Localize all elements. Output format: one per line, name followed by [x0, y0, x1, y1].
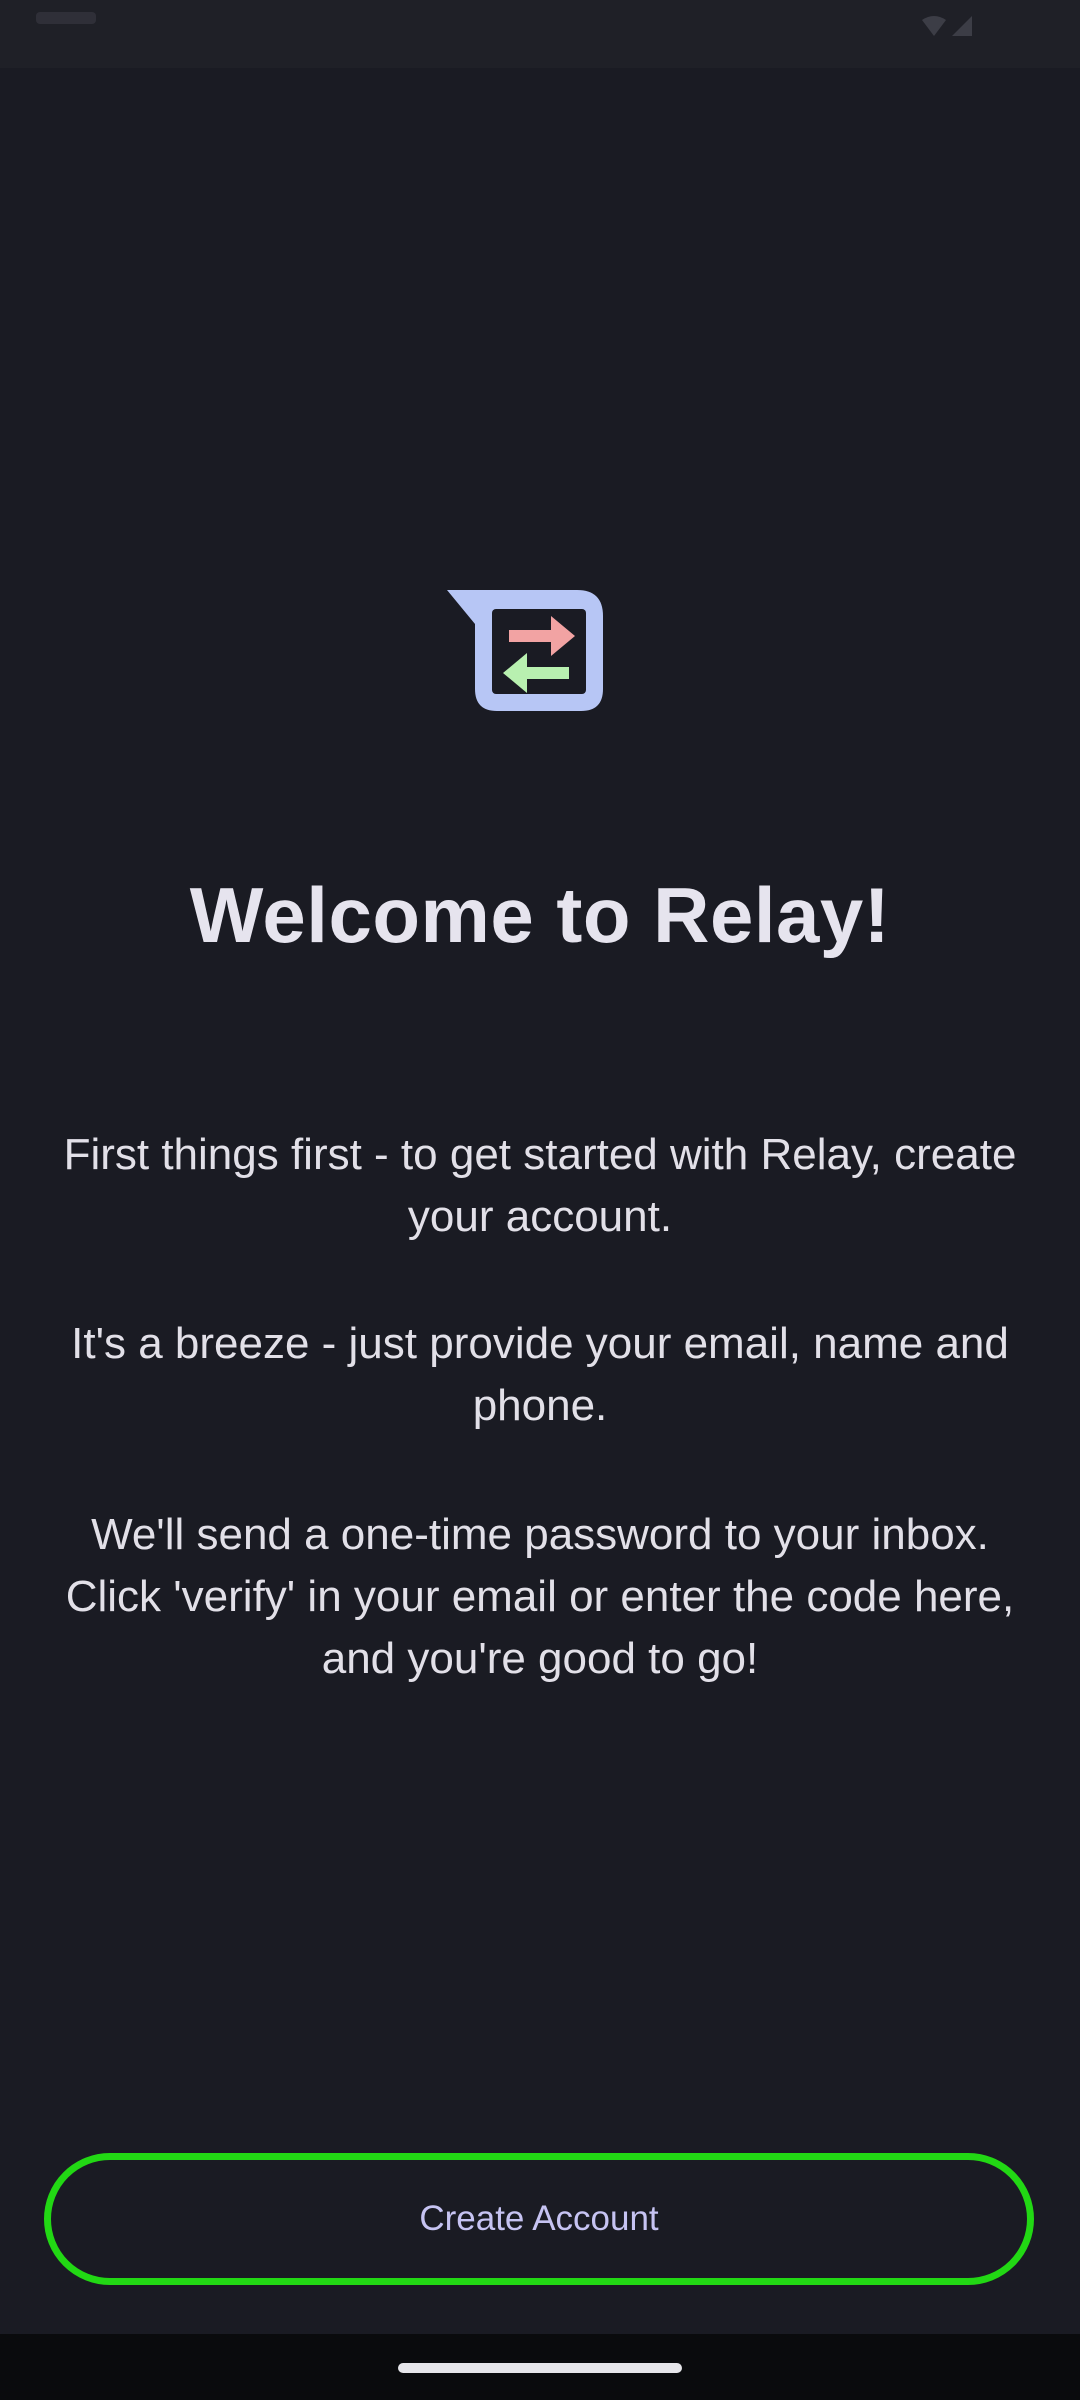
verification-paragraph: We'll send a one-time password to your i…: [65, 1510, 1015, 1683]
status-bar: [0, 0, 1080, 68]
details-paragraph: It's a breeze - just provide your email,…: [71, 1319, 1009, 1430]
status-time-placeholder: [36, 12, 96, 24]
relay-logo-icon: [447, 590, 603, 711]
welcome-screen: Welcome to Relay! First things first - t…: [0, 0, 1080, 2400]
create-account-label: Create Account: [419, 2199, 659, 2238]
intro-paragraph: First things first - to get started with…: [63, 1130, 1017, 1241]
create-account-button[interactable]: Create Account: [44, 2153, 1034, 2285]
wifi-icon: [922, 16, 946, 36]
status-icons: [922, 16, 972, 36]
home-gesture-handle[interactable]: [398, 2363, 682, 2373]
welcome-title: Welcome to Relay!: [189, 871, 891, 959]
signal-icon: [952, 16, 972, 36]
